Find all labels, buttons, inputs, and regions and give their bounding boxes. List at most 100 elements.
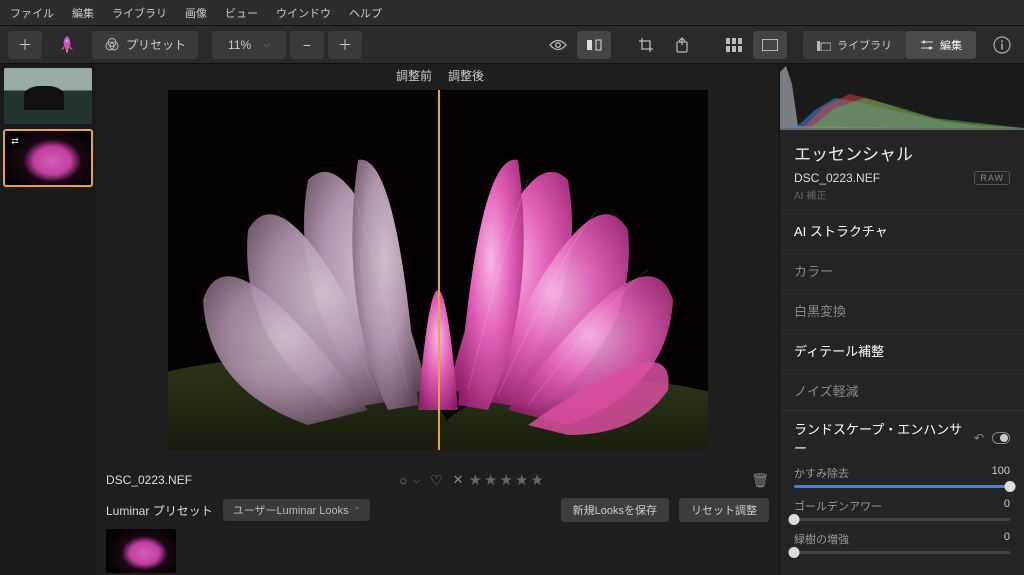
save-looks-button[interactable]: 新規Looksを保存 — [561, 498, 669, 522]
ai-enhance-label: AI 補正 — [780, 187, 1024, 210]
slider-value: 0 — [1004, 498, 1010, 514]
preset-thumbnail[interactable] — [106, 529, 176, 573]
file-row: DSC_0223.NEF RAW — [780, 171, 1024, 187]
zoom-value: 11% — [228, 38, 251, 52]
zoom-in-button[interactable]: ＋ — [328, 31, 362, 59]
eye-icon[interactable] — [541, 31, 575, 59]
preset-label: プリセット — [126, 36, 186, 53]
chevron-down-icon: ⌵ — [263, 39, 270, 50]
venn-icon — [104, 37, 120, 53]
slider-knob[interactable] — [1005, 481, 1016, 492]
star-icon[interactable]: ★ — [469, 471, 482, 489]
crop-icon[interactable] — [629, 31, 663, 59]
library-icon — [817, 39, 831, 51]
slider-dehaze: かすみ除去 100 — [794, 465, 1010, 488]
slider-foliage: 緑樹の増強 0 — [794, 531, 1010, 554]
edit-tab[interactable]: 編集 — [906, 31, 976, 59]
preset-button[interactable]: プリセット — [92, 31, 198, 59]
star-icon[interactable]: ★ — [499, 471, 512, 489]
undo-icon[interactable]: ↶ — [974, 431, 984, 445]
menu-window[interactable]: ウインドウ — [276, 5, 331, 21]
panel-filename: DSC_0223.NEF — [794, 171, 880, 185]
zoom-group: 11% ⌵ − ＋ — [212, 31, 362, 59]
tool-noise[interactable]: ノイズ軽減 — [780, 370, 1024, 410]
reset-button[interactable]: リセット調整 — [679, 498, 769, 522]
raw-badge: RAW — [974, 171, 1010, 185]
menu-image[interactable]: 画像 — [185, 5, 207, 21]
star-icon[interactable]: ★ — [530, 471, 543, 489]
export-icon[interactable] — [665, 31, 699, 59]
tool-list: AI ストラクチャ カラー 白黒変換 ディテール補整 ノイズ軽減 — [780, 210, 1024, 410]
panel-toggle[interactable] — [992, 432, 1010, 444]
compare-header: 調整前 調整後 — [96, 64, 779, 88]
slider-track[interactable] — [794, 518, 1010, 521]
histogram[interactable] — [780, 64, 1024, 130]
menu-bar: ファイル 編集 ライブラリ 画像 ビュー ウインドウ ヘルプ — [0, 0, 1024, 26]
slider-track[interactable] — [794, 485, 1010, 488]
menu-file[interactable]: ファイル — [10, 5, 54, 21]
tool-bw[interactable]: 白黒変換 — [780, 290, 1024, 330]
thumbnail[interactable]: ⇄ — [4, 130, 92, 186]
landscape-enhancer-panel: ランドスケープ・エンハンサー ↶ かすみ除去 100 ゴールデンアワ — [780, 410, 1024, 574]
compare-badge-icon: ⇄ — [8, 134, 22, 148]
filmstrip: ⇄ — [0, 64, 96, 575]
favorite-icon[interactable]: ♡ — [430, 472, 443, 489]
menu-library[interactable]: ライブラリ — [112, 5, 167, 21]
preset-footer: Luminar プリセット ユーザーLuminar Looks ⌃ 新規Look… — [96, 495, 779, 525]
clear-rating-icon[interactable]: ✕ — [453, 472, 464, 488]
canvas-wrap — [96, 88, 779, 465]
slider-knob[interactable] — [789, 547, 800, 558]
star-icon[interactable]: ★ — [515, 471, 528, 489]
landscape-title: ランドスケープ・エンハンサー — [794, 419, 974, 457]
slider-label: 緑樹の増強 — [794, 531, 849, 547]
single-icon[interactable] — [753, 31, 787, 59]
slider-value: 100 — [992, 465, 1010, 481]
image-canvas[interactable] — [168, 90, 708, 450]
mode-tabs: ライブラリ 編集 — [803, 31, 976, 59]
rating-stars[interactable]: ✕ ★ ★ ★ ★ ★ — [453, 471, 544, 489]
user-looks-label: ユーザーLuminar Looks — [233, 502, 349, 518]
slider-knob[interactable] — [789, 514, 800, 525]
add-button[interactable]: ＋ — [8, 31, 42, 59]
slider-label: かすみ除去 — [794, 465, 849, 481]
zoom-display[interactable]: 11% ⌵ — [212, 31, 286, 59]
main-area: ⇄ 調整前 調整後 — [0, 64, 1024, 575]
slider-track[interactable] — [794, 551, 1010, 554]
presets-label: Luminar プリセット — [106, 502, 213, 519]
edit-tab-label: 編集 — [940, 37, 962, 53]
menu-view[interactable]: ビュー — [225, 5, 258, 21]
trash-icon[interactable]: 🗑 — [751, 472, 769, 489]
image-footer: DSC_0223.NEF ○ ⌵ ♡ ✕ ★ ★ ★ ★ ★ 🗑 — [96, 465, 779, 495]
tool-color[interactable]: カラー — [780, 250, 1024, 290]
layout-icons — [717, 31, 787, 59]
after-label: 調整後 — [448, 67, 484, 84]
menu-help[interactable]: ヘルプ — [349, 5, 382, 21]
toolbar: ＋ プリセット 11% ⌵ − ＋ ライブラリ 編集 — [0, 26, 1024, 64]
tool-ai-structure[interactable]: AI ストラクチャ — [780, 210, 1024, 250]
slider-golden-hour: ゴールデンアワー 0 — [794, 498, 1010, 521]
before-label: 調整前 — [396, 67, 432, 84]
preset-strip — [96, 525, 779, 575]
right-panel: エッセンシャル DSC_0223.NEF RAW AI 補正 AI ストラクチャ… — [779, 64, 1024, 575]
library-tab[interactable]: ライブラリ — [803, 31, 906, 59]
menu-edit[interactable]: 編集 — [72, 5, 94, 21]
rocket-icon[interactable] — [50, 31, 84, 59]
view-icons — [541, 31, 611, 59]
compare-divider[interactable] — [438, 90, 440, 450]
zoom-out-button[interactable]: − — [290, 31, 324, 59]
chevron-up-icon: ⌃ — [354, 506, 361, 515]
slider-value: 0 — [1004, 531, 1010, 547]
section-title: エッセンシャル — [780, 130, 1024, 171]
flag-controls[interactable]: ○ ⌵ — [399, 473, 420, 488]
user-looks-dropdown[interactable]: ユーザーLuminar Looks ⌃ — [223, 499, 371, 521]
thumbnail[interactable] — [4, 68, 92, 124]
compare-icon[interactable] — [577, 31, 611, 59]
grid-icon[interactable] — [717, 31, 751, 59]
sliders-icon — [920, 39, 934, 51]
tool-icons — [629, 31, 699, 59]
star-icon[interactable]: ★ — [484, 471, 497, 489]
info-button[interactable] — [988, 31, 1016, 59]
library-tab-label: ライブラリ — [837, 37, 892, 53]
tool-detail[interactable]: ディテール補整 — [780, 330, 1024, 370]
center-panel: 調整前 調整後 — [96, 64, 779, 575]
